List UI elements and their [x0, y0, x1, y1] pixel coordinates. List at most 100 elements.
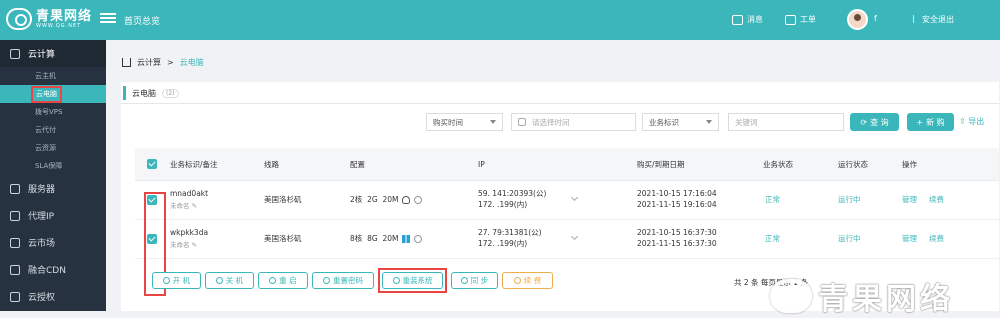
chevron-down-icon [570, 193, 579, 202]
breadcrumb-root[interactable]: 云计算 [137, 57, 161, 68]
renew-link[interactable]: 续费 [929, 234, 944, 244]
sync-label: 同 步 [470, 276, 489, 285]
tab-indicator [123, 86, 126, 100]
sidebar-item-label: 服务器 [28, 185, 56, 195]
header-run-status: 运行状态 [838, 160, 868, 169]
reinstall-os-button[interactable]: 重装系统 [382, 272, 443, 289]
reset-password-button[interactable]: 重置密码 [312, 272, 374, 289]
date-range-input[interactable]: 请选择时间 [511, 113, 636, 131]
new-purchase-button[interactable]: + 新 购 [907, 113, 954, 131]
chevron-down-icon [570, 232, 579, 241]
avatar[interactable] [847, 9, 868, 30]
row-note[interactable]: 未命名 ✎ [170, 201, 197, 211]
sidebar-sub-cloud-host[interactable]: 云主机 [0, 67, 106, 85]
export-button[interactable]: ⇪ 导出 [959, 116, 984, 127]
keyword-input[interactable]: 关键词 [728, 113, 844, 131]
row-ip-private: 172. .199(内) [478, 239, 528, 248]
row-date-buy: 2021-10-15 16:37:30 [637, 228, 717, 237]
row-ram: 8G [367, 234, 378, 243]
row-line: 美国洛杉矶 [264, 195, 302, 204]
header-line[interactable]: 线路 [264, 160, 279, 170]
table-header: 业务标识/备注 线路 配置 IP 购买/到期日期 业务状态 运行状态 操作 [135, 148, 999, 181]
sync-button[interactable]: 同 步 [451, 272, 498, 289]
row-cores: 8核 [350, 234, 363, 243]
row-note-text: 未命名 [170, 241, 190, 249]
sidebar-item-label: 融合CDN [28, 266, 66, 276]
row-note-text: 未命名 [170, 202, 190, 210]
menu-toggle-icon[interactable] [100, 11, 116, 27]
calendar-icon [518, 118, 526, 126]
row-run-status: 运行中 [838, 195, 861, 204]
breadcrumb-sep: > [167, 58, 174, 67]
power-off-button[interactable]: 关 机 [205, 272, 254, 289]
purchase-time-value: 购买时间 [433, 117, 463, 127]
header-biz-status[interactable]: 业务状态 [763, 160, 793, 170]
sidebar-sub-sla[interactable]: SLA保障 [0, 157, 106, 175]
sidebar-sub-cloud-pc[interactable]: 云电脑 [0, 85, 106, 103]
sidebar-item-cdn[interactable]: 融合CDN [0, 256, 106, 283]
row-expand[interactable] [570, 193, 579, 203]
plus-icon: + [916, 117, 924, 127]
sidebar-sub-cloud-pay[interactable]: 云代付 [0, 121, 106, 139]
sidebar-item-proxy-ip[interactable]: 代理IP [0, 202, 106, 229]
row-expand[interactable] [570, 232, 579, 242]
tab-count: (2) [162, 88, 179, 98]
tickets-link[interactable]: 工单 [785, 14, 816, 25]
export-label: 导出 [968, 117, 985, 126]
manage-link[interactable]: 管理 [902, 234, 917, 244]
biz-tag-value: 业务标识 [649, 117, 679, 127]
message-icon [732, 14, 743, 25]
cdn-icon [10, 264, 20, 275]
row-bw: 20M [382, 195, 399, 204]
power-on-label: 开 机 [172, 276, 191, 285]
header-config: 配置 [350, 160, 365, 169]
query-button[interactable]: ⟳ 查 询 [850, 113, 899, 131]
sidebar-item-cloud-compute[interactable]: 云计算 [0, 40, 106, 67]
power-on-button[interactable]: 开 机 [152, 272, 201, 289]
row-ip-private: 172. .199(内) [478, 200, 528, 209]
row-note[interactable]: 未命名 ✎ [170, 240, 197, 250]
purchase-time-select[interactable]: 购买时间 [426, 113, 503, 131]
more-icon[interactable] [414, 235, 423, 243]
watermark-text: 青果网络 [818, 282, 954, 317]
biz-tag-select[interactable]: 业务标识 [642, 113, 719, 131]
logo-icon [6, 8, 32, 30]
tab-label: 云电脑 [132, 88, 156, 98]
more-icon[interactable] [414, 196, 423, 204]
home-icon[interactable] [122, 58, 131, 67]
watermark-logo-icon [770, 279, 812, 313]
messages-label: 消息 [747, 15, 763, 24]
breadcrumb-current: 云电脑 [179, 58, 204, 67]
sidebar-item-market[interactable]: 云市场 [0, 229, 106, 256]
date-placeholder: 请选择时间 [532, 117, 570, 127]
logo[interactable]: 青果网络 WWW.QG.NET [6, 8, 92, 30]
row-bw: 20M [382, 234, 399, 243]
logout-link[interactable]: 安全退出 [922, 14, 954, 25]
row-date-buy: 2021-10-15 17:16:04 [637, 189, 717, 198]
ticket-icon [785, 14, 796, 25]
select-all-checkbox[interactable] [147, 159, 157, 169]
edit-icon[interactable]: ✎ [192, 202, 197, 210]
chevron-down-icon [706, 120, 712, 124]
edit-icon[interactable]: ✎ [192, 241, 197, 249]
row-biz-status: 正常 [765, 234, 780, 243]
messages-link[interactable]: 消息 [732, 14, 763, 25]
sidebar-item-server[interactable]: 服务器 [0, 175, 106, 202]
row-date-expire: 2021-11-15 19:16:04 [637, 200, 717, 209]
username[interactable]: f [874, 14, 877, 23]
renew-button[interactable]: 续 费 [502, 272, 553, 289]
sidebar-sub-cloud-resource[interactable]: 云资源 [0, 139, 106, 157]
header-ip: IP [478, 160, 485, 169]
tab-cloud-pc[interactable]: 云电脑 (2) [121, 82, 179, 104]
header-biz-tag: 业务标识/备注 [170, 160, 218, 169]
restart-button[interactable]: 重 启 [258, 272, 308, 289]
sidebar-sub-dial-vps[interactable]: 拨号VPS [0, 103, 106, 121]
new-label: 新 购 [926, 117, 945, 127]
home-overview-link[interactable]: 首页总览 [124, 14, 160, 27]
sidebar: 云计算 云主机 云电脑 拨号VPS 云代付 云资源 SLA保障 服务器 代理IP… [0, 40, 106, 311]
main-content: 云计算 > 云电脑 云电脑 (2) 购买时间 请选择时间 业务标识 关键词 ⟳ … [106, 40, 1000, 311]
header-separator: | [912, 14, 915, 23]
manage-link[interactable]: 管理 [902, 195, 917, 205]
sidebar-item-license[interactable]: 云授权 [0, 283, 106, 310]
renew-link[interactable]: 续费 [929, 195, 944, 205]
